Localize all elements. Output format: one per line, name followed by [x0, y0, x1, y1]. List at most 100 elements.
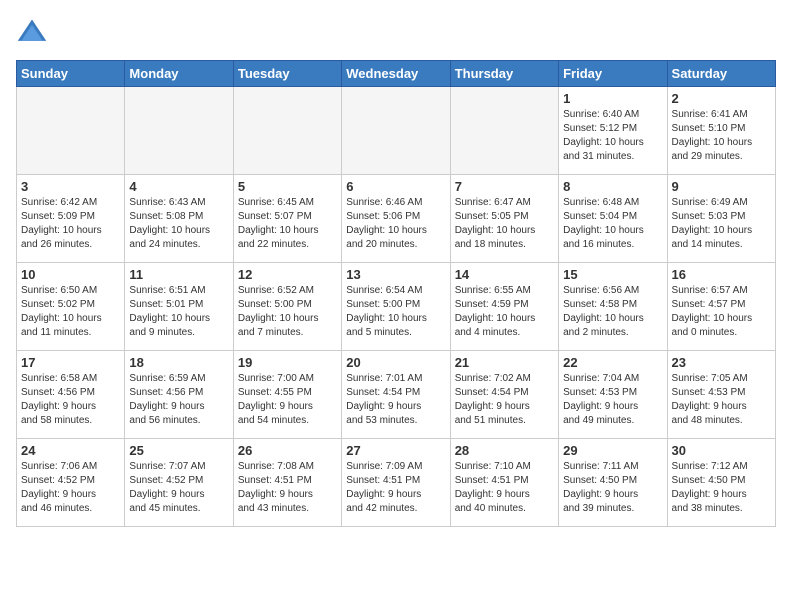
day-number: 15 [563, 267, 662, 282]
calendar-cell: 4 Sunrise: 6:43 AMSunset: 5:08 PMDaylight… [125, 175, 233, 263]
day-info: Sunrise: 6:56 AMSunset: 4:58 PMDaylight:… [563, 284, 662, 340]
day-info: Sunrise: 7:12 AMSunset: 4:50 PMDaylight:… [672, 460, 771, 516]
day-number: 29 [563, 443, 662, 458]
day-number: 9 [672, 179, 771, 194]
day-number: 25 [129, 443, 228, 458]
day-number: 19 [238, 355, 337, 370]
calendar-cell [342, 87, 450, 175]
calendar-cell: 17 Sunrise: 6:58 AMSunset: 4:56 PMDayligh… [17, 351, 125, 439]
day-info: Sunrise: 6:51 AMSunset: 5:01 PMDaylight:… [129, 284, 228, 340]
calendar-cell: 18 Sunrise: 6:59 AMSunset: 4:56 PMDayligh… [125, 351, 233, 439]
day-number: 13 [346, 267, 445, 282]
day-number: 2 [672, 91, 771, 106]
calendar-cell: 26 Sunrise: 7:08 AMSunset: 4:51 PMDayligh… [233, 439, 341, 527]
day-number: 20 [346, 355, 445, 370]
calendar-cell: 8Sunrise: 6:48 AMSunset: 5:04 PMDaylight… [559, 175, 667, 263]
calendar-week-5: 24 Sunrise: 7:06 AMSunset: 4:52 PMDayligh… [17, 439, 776, 527]
day-number: 14 [455, 267, 554, 282]
weekday-header-saturday: Saturday [667, 61, 775, 87]
day-info: Sunrise: 7:01 AMSunset: 4:54 PMDaylight:… [346, 372, 445, 428]
weekday-header-monday: Monday [125, 61, 233, 87]
day-number: 6 [346, 179, 445, 194]
calendar-cell: 21Sunrise: 7:02 AMSunset: 4:54 PMDayligh… [450, 351, 558, 439]
calendar-cell: 15 Sunrise: 6:56 AMSunset: 4:58 PMDayligh… [559, 263, 667, 351]
day-info: Sunrise: 6:42 AMSunset: 5:09 PMDaylight:… [21, 196, 120, 252]
calendar-week-4: 17 Sunrise: 6:58 AMSunset: 4:56 PMDayligh… [17, 351, 776, 439]
day-info: Sunrise: 6:52 AMSunset: 5:00 PMDaylight:… [238, 284, 337, 340]
calendar-cell: 11 Sunrise: 6:51 AMSunset: 5:01 PMDayligh… [125, 263, 233, 351]
day-info: Sunrise: 6:43 AMSunset: 5:08 PMDaylight:… [129, 196, 228, 252]
calendar-cell: 9 Sunrise: 6:49 AMSunset: 5:03 PMDaylight… [667, 175, 775, 263]
calendar-cell [450, 87, 558, 175]
calendar-cell: 22Sunrise: 7:04 AMSunset: 4:53 PMDayligh… [559, 351, 667, 439]
calendar-cell: 10Sunrise: 6:50 AMSunset: 5:02 PMDayligh… [17, 263, 125, 351]
day-number: 7 [455, 179, 554, 194]
day-number: 4 [129, 179, 228, 194]
day-info: Sunrise: 6:55 AMSunset: 4:59 PMDaylight:… [455, 284, 554, 340]
day-number: 30 [672, 443, 771, 458]
calendar-week-3: 10Sunrise: 6:50 AMSunset: 5:02 PMDayligh… [17, 263, 776, 351]
calendar-cell: 3 Sunrise: 6:42 AMSunset: 5:09 PMDaylight… [17, 175, 125, 263]
day-info: Sunrise: 7:11 AMSunset: 4:50 PMDaylight:… [563, 460, 662, 516]
day-number: 8 [563, 179, 662, 194]
calendar-week-2: 3 Sunrise: 6:42 AMSunset: 5:09 PMDaylight… [17, 175, 776, 263]
day-number: 28 [455, 443, 554, 458]
day-info: Sunrise: 6:54 AMSunset: 5:00 PMDaylight:… [346, 284, 445, 340]
day-info: Sunrise: 6:47 AMSunset: 5:05 PMDaylight:… [455, 196, 554, 252]
day-number: 3 [21, 179, 120, 194]
day-number: 27 [346, 443, 445, 458]
day-number: 24 [21, 443, 120, 458]
weekday-header-wednesday: Wednesday [342, 61, 450, 87]
calendar-cell [17, 87, 125, 175]
day-number: 1 [563, 91, 662, 106]
day-number: 23 [672, 355, 771, 370]
weekday-header-tuesday: Tuesday [233, 61, 341, 87]
day-info: Sunrise: 6:40 AMSunset: 5:12 PMDaylight:… [563, 108, 662, 164]
day-info: Sunrise: 6:49 AMSunset: 5:03 PMDaylight:… [672, 196, 771, 252]
calendar-cell: 24 Sunrise: 7:06 AMSunset: 4:52 PMDayligh… [17, 439, 125, 527]
calendar-cell: 1 Sunrise: 6:40 AMSunset: 5:12 PMDaylight… [559, 87, 667, 175]
calendar-cell: 16 Sunrise: 6:57 AMSunset: 4:57 PMDayligh… [667, 263, 775, 351]
calendar-cell: 14 Sunrise: 6:55 AMSunset: 4:59 PMDayligh… [450, 263, 558, 351]
calendar-cell: 20 Sunrise: 7:01 AMSunset: 4:54 PMDayligh… [342, 351, 450, 439]
day-number: 11 [129, 267, 228, 282]
day-info: Sunrise: 6:59 AMSunset: 4:56 PMDaylight:… [129, 372, 228, 428]
weekday-header-friday: Friday [559, 61, 667, 87]
day-info: Sunrise: 7:10 AMSunset: 4:51 PMDaylight:… [455, 460, 554, 516]
calendar-cell: 2 Sunrise: 6:41 AMSunset: 5:10 PMDaylight… [667, 87, 775, 175]
weekday-header-sunday: Sunday [17, 61, 125, 87]
calendar-week-1: 1 Sunrise: 6:40 AMSunset: 5:12 PMDaylight… [17, 87, 776, 175]
day-info: Sunrise: 6:57 AMSunset: 4:57 PMDaylight:… [672, 284, 771, 340]
calendar-cell [125, 87, 233, 175]
calendar-cell [233, 87, 341, 175]
weekday-header-thursday: Thursday [450, 61, 558, 87]
weekday-header-row: SundayMondayTuesdayWednesdayThursdayFrid… [17, 61, 776, 87]
logo [16, 16, 52, 48]
day-number: 10 [21, 267, 120, 282]
calendar-cell: 27Sunrise: 7:09 AMSunset: 4:51 PMDayligh… [342, 439, 450, 527]
calendar-cell: 23 Sunrise: 7:05 AMSunset: 4:53 PMDayligh… [667, 351, 775, 439]
calendar-cell: 7 Sunrise: 6:47 AMSunset: 5:05 PMDaylight… [450, 175, 558, 263]
calendar-cell: 29 Sunrise: 7:11 AMSunset: 4:50 PMDayligh… [559, 439, 667, 527]
day-info: Sunrise: 7:08 AMSunset: 4:51 PMDaylight:… [238, 460, 337, 516]
day-number: 21 [455, 355, 554, 370]
day-number: 17 [21, 355, 120, 370]
day-number: 18 [129, 355, 228, 370]
logo-icon [16, 16, 48, 48]
calendar-cell: 30 Sunrise: 7:12 AMSunset: 4:50 PMDayligh… [667, 439, 775, 527]
day-info: Sunrise: 6:45 AMSunset: 5:07 PMDaylight:… [238, 196, 337, 252]
day-number: 26 [238, 443, 337, 458]
calendar-table: SundayMondayTuesdayWednesdayThursdayFrid… [16, 60, 776, 527]
page-header [16, 16, 776, 48]
calendar-cell: 6 Sunrise: 6:46 AMSunset: 5:06 PMDaylight… [342, 175, 450, 263]
day-number: 16 [672, 267, 771, 282]
day-info: Sunrise: 6:46 AMSunset: 5:06 PMDaylight:… [346, 196, 445, 252]
calendar-cell: 5Sunrise: 6:45 AMSunset: 5:07 PMDaylight… [233, 175, 341, 263]
day-info: Sunrise: 6:58 AMSunset: 4:56 PMDaylight:… [21, 372, 120, 428]
calendar-cell: 25Sunrise: 7:07 AMSunset: 4:52 PMDayligh… [125, 439, 233, 527]
day-info: Sunrise: 7:05 AMSunset: 4:53 PMDaylight:… [672, 372, 771, 428]
calendar-cell: 19 Sunrise: 7:00 AMSunset: 4:55 PMDayligh… [233, 351, 341, 439]
day-info: Sunrise: 6:41 AMSunset: 5:10 PMDaylight:… [672, 108, 771, 164]
day-info: Sunrise: 7:00 AMSunset: 4:55 PMDaylight:… [238, 372, 337, 428]
day-info: Sunrise: 7:06 AMSunset: 4:52 PMDaylight:… [21, 460, 120, 516]
